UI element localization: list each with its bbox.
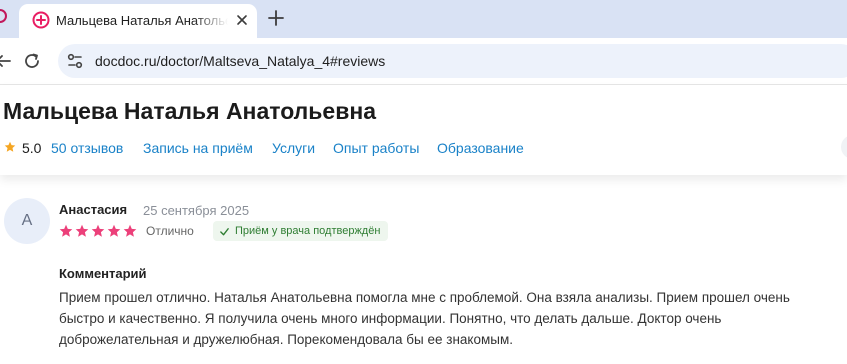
previous-tab-favicon-icon[interactable] (0, 9, 7, 23)
tab-education[interactable]: Образование (437, 140, 524, 156)
close-icon[interactable] (233, 11, 251, 29)
tab-reviews[interactable]: 50 отзывов (51, 140, 123, 156)
url-text[interactable]: docdoc.ru/doctor/Maltseva_Natalya_4#revi… (95, 53, 385, 69)
verified-text: Приём у врача подтверждён (235, 225, 381, 237)
star-icon (4, 141, 16, 152)
nav-scroll-button[interactable] (841, 135, 847, 159)
tab-appointment[interactable]: Запись на приём (143, 140, 253, 156)
address-bar[interactable]: docdoc.ru/doctor/Maltseva_Natalya_4#revi… (58, 44, 847, 78)
rating-label: Отлично (146, 224, 194, 238)
review-star-icon (91, 224, 105, 237)
rating-value: 5.0 (22, 140, 42, 156)
arrow-left-icon[interactable] (0, 52, 12, 70)
plus-icon[interactable] (266, 8, 286, 28)
review-star-icon (59, 224, 73, 237)
comment-text: Прием прошел отлично. Наталья Анатольевн… (59, 290, 790, 347)
rating-stars (59, 224, 137, 237)
avatar: А (4, 198, 50, 244)
tab-title: Мальцева Наталья Анатольевна (56, 13, 228, 28)
tab-experience[interactable]: Опыт работы (333, 140, 419, 156)
doctor-header: Мальцева Наталья Анатольевна 5.0 50 отзы… (0, 85, 847, 175)
active-tab[interactable]: Мальцева Наталья Анатольевна (19, 4, 257, 38)
tune-icon[interactable] (66, 52, 84, 70)
page-title: Мальцева Наталья Анатольевна (3, 98, 377, 124)
review-star-icon (123, 224, 137, 237)
browser-tab-strip: Мальцева Наталья Анатольевна (0, 0, 847, 38)
tab-services[interactable]: Услуги (272, 140, 315, 156)
review-author: Анастасия (59, 202, 128, 217)
review-star-icon (75, 224, 89, 237)
review-star-icon (107, 224, 121, 237)
docdoc-plus-icon (32, 11, 50, 29)
comment-heading: Комментарий (59, 266, 147, 281)
verified-badge: Приём у врача подтверждён (213, 221, 389, 241)
reload-icon[interactable] (22, 51, 42, 71)
review-date: 25 сентября 2025 (143, 203, 250, 218)
check-icon (220, 227, 229, 235)
browser-toolbar: docdoc.ru/doctor/Maltseva_Natalya_4#revi… (0, 38, 847, 85)
